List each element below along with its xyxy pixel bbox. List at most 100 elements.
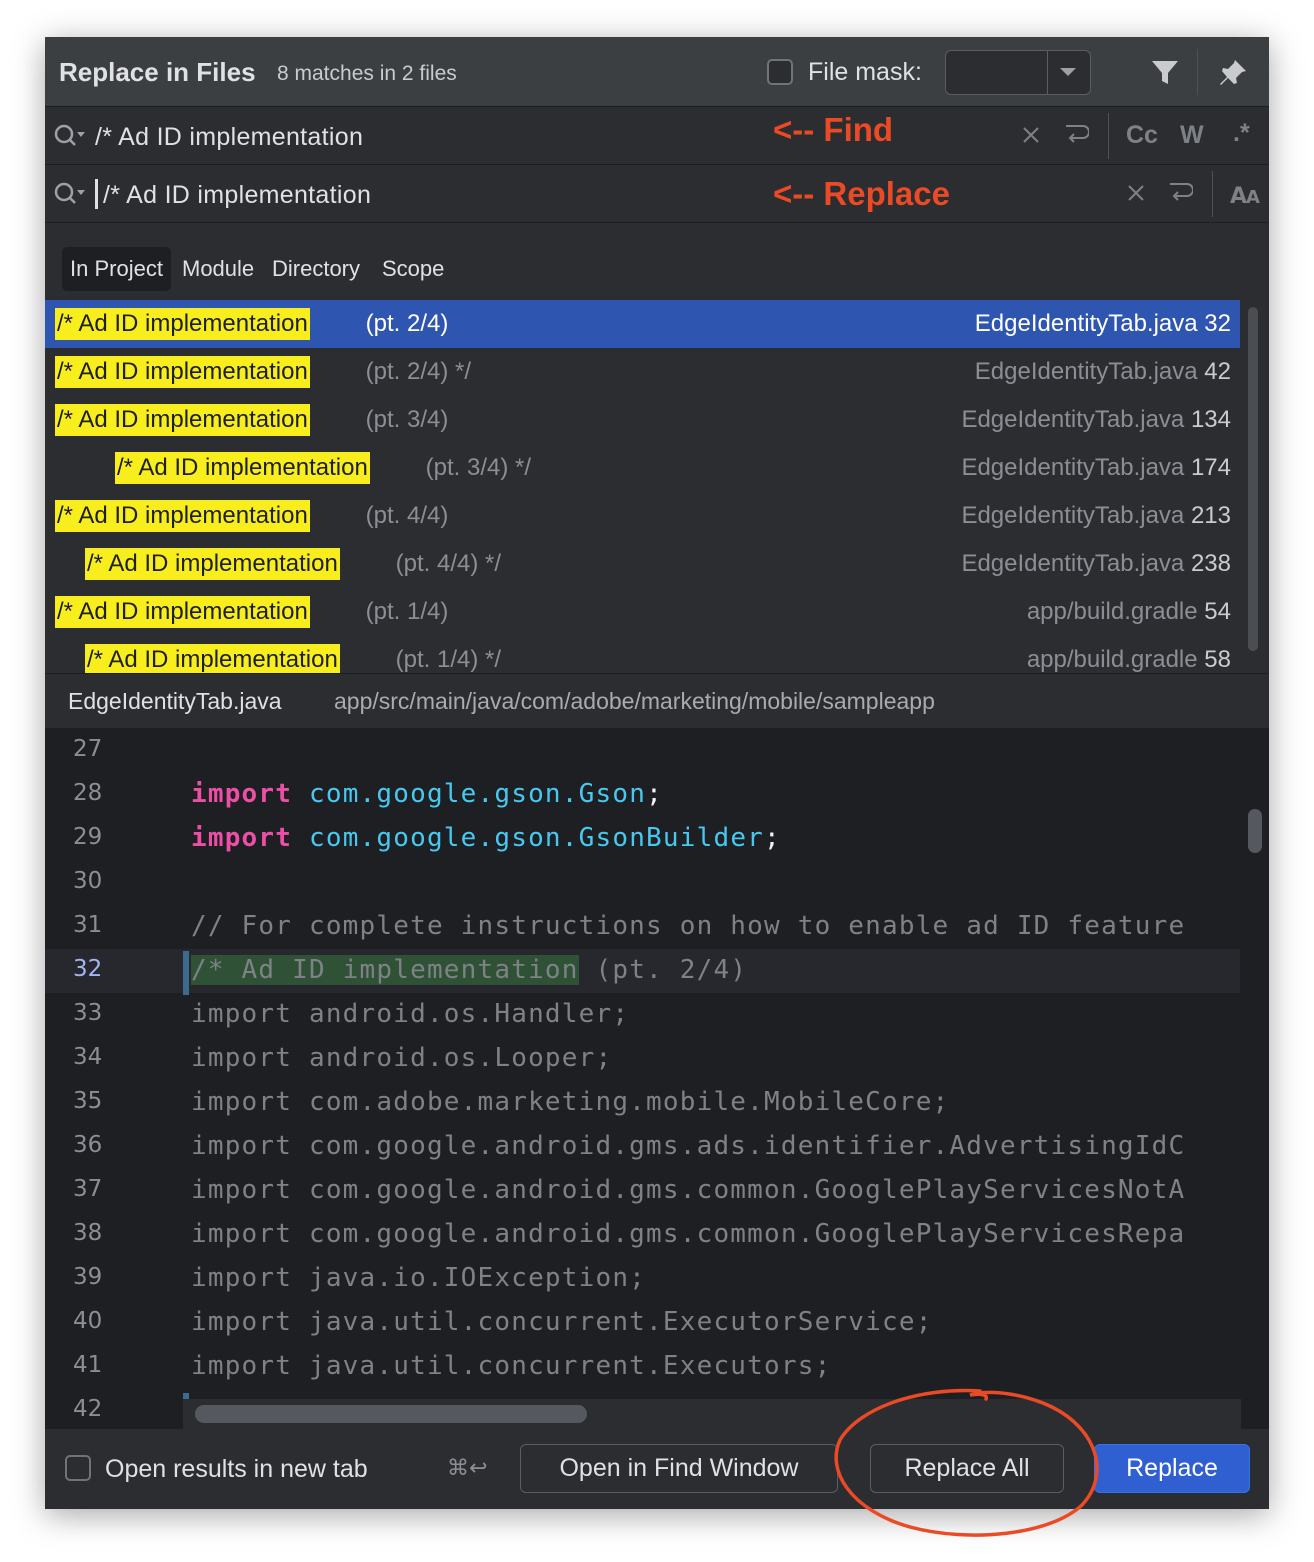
open-in-find-window-button[interactable]: Open in Find Window	[520, 1444, 838, 1493]
tab-directory[interactable]: Directory	[264, 247, 368, 291]
keyword: import	[191, 779, 293, 809]
replace-all-button[interactable]: Replace All	[870, 1444, 1064, 1493]
replace-input[interactable]: /* Ad ID implementation	[103, 181, 371, 210]
result-location: EdgeIdentityTab.java 238	[961, 548, 1231, 580]
result-line: 32	[1204, 310, 1231, 337]
result-row[interactable]: /* Ad ID implementation (pt. 4/4) EdgeId…	[45, 492, 1240, 540]
line-number: 27	[73, 736, 103, 762]
match-highlight: /* Ad ID implementation	[55, 500, 310, 532]
match-highlight: /* Ad ID implementation	[191, 955, 579, 985]
open-new-tab-checkbox[interactable]	[65, 1455, 91, 1481]
file-mask-label: File mask:	[808, 58, 922, 86]
line-number: 30	[73, 868, 103, 894]
result-location: EdgeIdentityTab.java 134	[961, 404, 1231, 436]
find-input[interactable]: /* Ad ID implementation	[95, 123, 363, 152]
line-number: 42	[73, 1396, 103, 1422]
open-new-tab-label: Open results in new tab	[105, 1455, 368, 1483]
chevron-down-icon[interactable]	[1060, 68, 1076, 76]
match-highlight: /* Ad ID implementation	[55, 356, 310, 388]
pin-icon[interactable]	[1217, 57, 1249, 89]
code-line: 30	[45, 861, 1240, 905]
clear-find-icon[interactable]	[1022, 126, 1040, 144]
code-line-current: 32 /* Ad ID implementation (pt. 2/4)	[45, 949, 1240, 993]
result-row[interactable]: /* Ad ID implementation (pt. 3/4) */ Edg…	[45, 444, 1240, 492]
find-row: /* Ad ID implementation <-- Find Cc W .*	[45, 107, 1269, 165]
match-highlight: /* Ad ID implementation	[55, 596, 310, 628]
code-text: import com.adobe.marketing.mobile.Mobile…	[191, 1087, 950, 1117]
code-text: import com.google.android.gms.ads.identi…	[191, 1131, 1186, 1161]
file-mask-checkbox[interactable]	[767, 59, 793, 85]
result-file: app/build.gradle	[1026, 598, 1198, 625]
preview-file-path: app/src/main/java/com/adobe/marketing/mo…	[334, 688, 935, 714]
newline-icon[interactable]	[1167, 179, 1193, 205]
line-number: 41	[73, 1352, 103, 1378]
newline-icon[interactable]	[1063, 121, 1089, 147]
result-file: EdgeIdentityTab.java	[974, 310, 1198, 337]
result-context: (pt. 4/4)	[359, 502, 449, 529]
tab-module[interactable]: Module	[174, 247, 262, 291]
result-row[interactable]: /* Ad ID implementation (pt. 1/4) app/bu…	[45, 588, 1240, 636]
header-separator	[1197, 49, 1198, 95]
result-context: (pt. 3/4)	[359, 406, 449, 433]
result-row[interactable]: /* Ad ID implementation (pt. 4/4) */ Edg…	[45, 540, 1240, 588]
code-line: 33 import android.os.Handler;	[45, 993, 1240, 1037]
line-number: 39	[73, 1264, 103, 1290]
tab-in-project[interactable]: In Project	[62, 247, 171, 291]
result-location: EdgeIdentityTab.java 174	[961, 452, 1231, 484]
replace-in-files-dialog: Replace in Files 8 matches in 2 files Fi…	[45, 37, 1269, 1509]
tab-scope[interactable]: Scope	[374, 247, 452, 291]
code-line: 37 import com.google.android.gms.common.…	[45, 1169, 1240, 1213]
result-row[interactable]: /* Ad ID implementation (pt. 2/4) EdgeId…	[45, 300, 1240, 348]
result-row[interactable]: /* Ad ID implementation (pt. 3/4) EdgeId…	[45, 396, 1240, 444]
code-text: import java.io.IOException;	[191, 1263, 647, 1293]
replace-history-icon[interactable]	[53, 181, 87, 207]
code-text: import com.google.gson.GsonBuilder;	[191, 823, 781, 853]
line-number: 35	[73, 1088, 103, 1114]
preserve-case-icon[interactable]: A A	[1229, 179, 1261, 207]
result-file: EdgeIdentityTab.java	[961, 550, 1185, 577]
filter-icon[interactable]	[1149, 57, 1181, 89]
match-case-toggle[interactable]: Cc	[1126, 121, 1158, 150]
combo-separator	[1047, 51, 1048, 94]
results-scrollbar[interactable]	[1248, 307, 1258, 651]
code-line: 34 import android.os.Looper;	[45, 1037, 1240, 1081]
preview-path-bar: EdgeIdentityTab.java app/src/main/java/c…	[45, 673, 1269, 729]
code-text: import java.util.concurrent.Executors;	[191, 1351, 832, 1381]
code-text: import android.os.Handler;	[191, 999, 630, 1029]
code-preview[interactable]: 27 28 import com.google.gson.Gson; 29 im…	[45, 729, 1269, 1429]
result-file: EdgeIdentityTab.java	[974, 358, 1198, 385]
code-text: import android.os.Looper;	[191, 1043, 613, 1073]
code-vertical-scrollbar[interactable]	[1248, 809, 1262, 853]
whole-words-toggle[interactable]: W	[1180, 121, 1204, 150]
replace-button[interactable]: Replace	[1094, 1444, 1250, 1493]
semicolon: ;	[764, 823, 781, 853]
clear-replace-icon[interactable]	[1127, 184, 1145, 202]
dialog-title: Replace in Files	[59, 57, 256, 87]
find-separator	[1108, 113, 1109, 159]
code-line: 39 import java.io.IOException;	[45, 1257, 1240, 1301]
svg-text:A: A	[1246, 187, 1260, 207]
result-line: 42	[1204, 358, 1231, 385]
preview-file-name: EdgeIdentityTab.java	[68, 688, 282, 714]
package-name: com.google.gson.GsonBuilder	[308, 823, 765, 853]
regex-toggle[interactable]: .*	[1233, 119, 1250, 148]
result-row[interactable]: /* Ad ID implementation (pt. 1/4) */ app…	[45, 636, 1240, 673]
change-marker	[183, 951, 189, 995]
semicolon: ;	[646, 779, 663, 809]
code-text: /* Ad ID implementation (pt. 2/4)	[191, 955, 747, 985]
line-number: 38	[73, 1220, 103, 1246]
result-row[interactable]: /* Ad ID implementation (pt. 2/4) */ Edg…	[45, 348, 1240, 396]
line-number: 34	[73, 1044, 103, 1070]
match-highlight: /* Ad ID implementation	[55, 404, 310, 436]
file-mask-combo[interactable]	[945, 50, 1091, 95]
result-file: EdgeIdentityTab.java	[961, 502, 1185, 529]
code-horizontal-scrollbar[interactable]	[195, 1405, 587, 1423]
replace-row: /* Ad ID implementation <-- Replace A A	[45, 165, 1269, 223]
code-line: 31 // For complete instructions on how t…	[45, 905, 1240, 949]
result-location: EdgeIdentityTab.java 32	[975, 308, 1231, 340]
code-line: 35 import com.adobe.marketing.mobile.Mob…	[45, 1081, 1240, 1125]
search-history-icon[interactable]	[53, 123, 87, 149]
match-count: 8 matches in 2 files	[277, 62, 457, 85]
code-text: import com.google.gson.Gson;	[191, 779, 663, 809]
code-line: 27	[45, 729, 1240, 773]
